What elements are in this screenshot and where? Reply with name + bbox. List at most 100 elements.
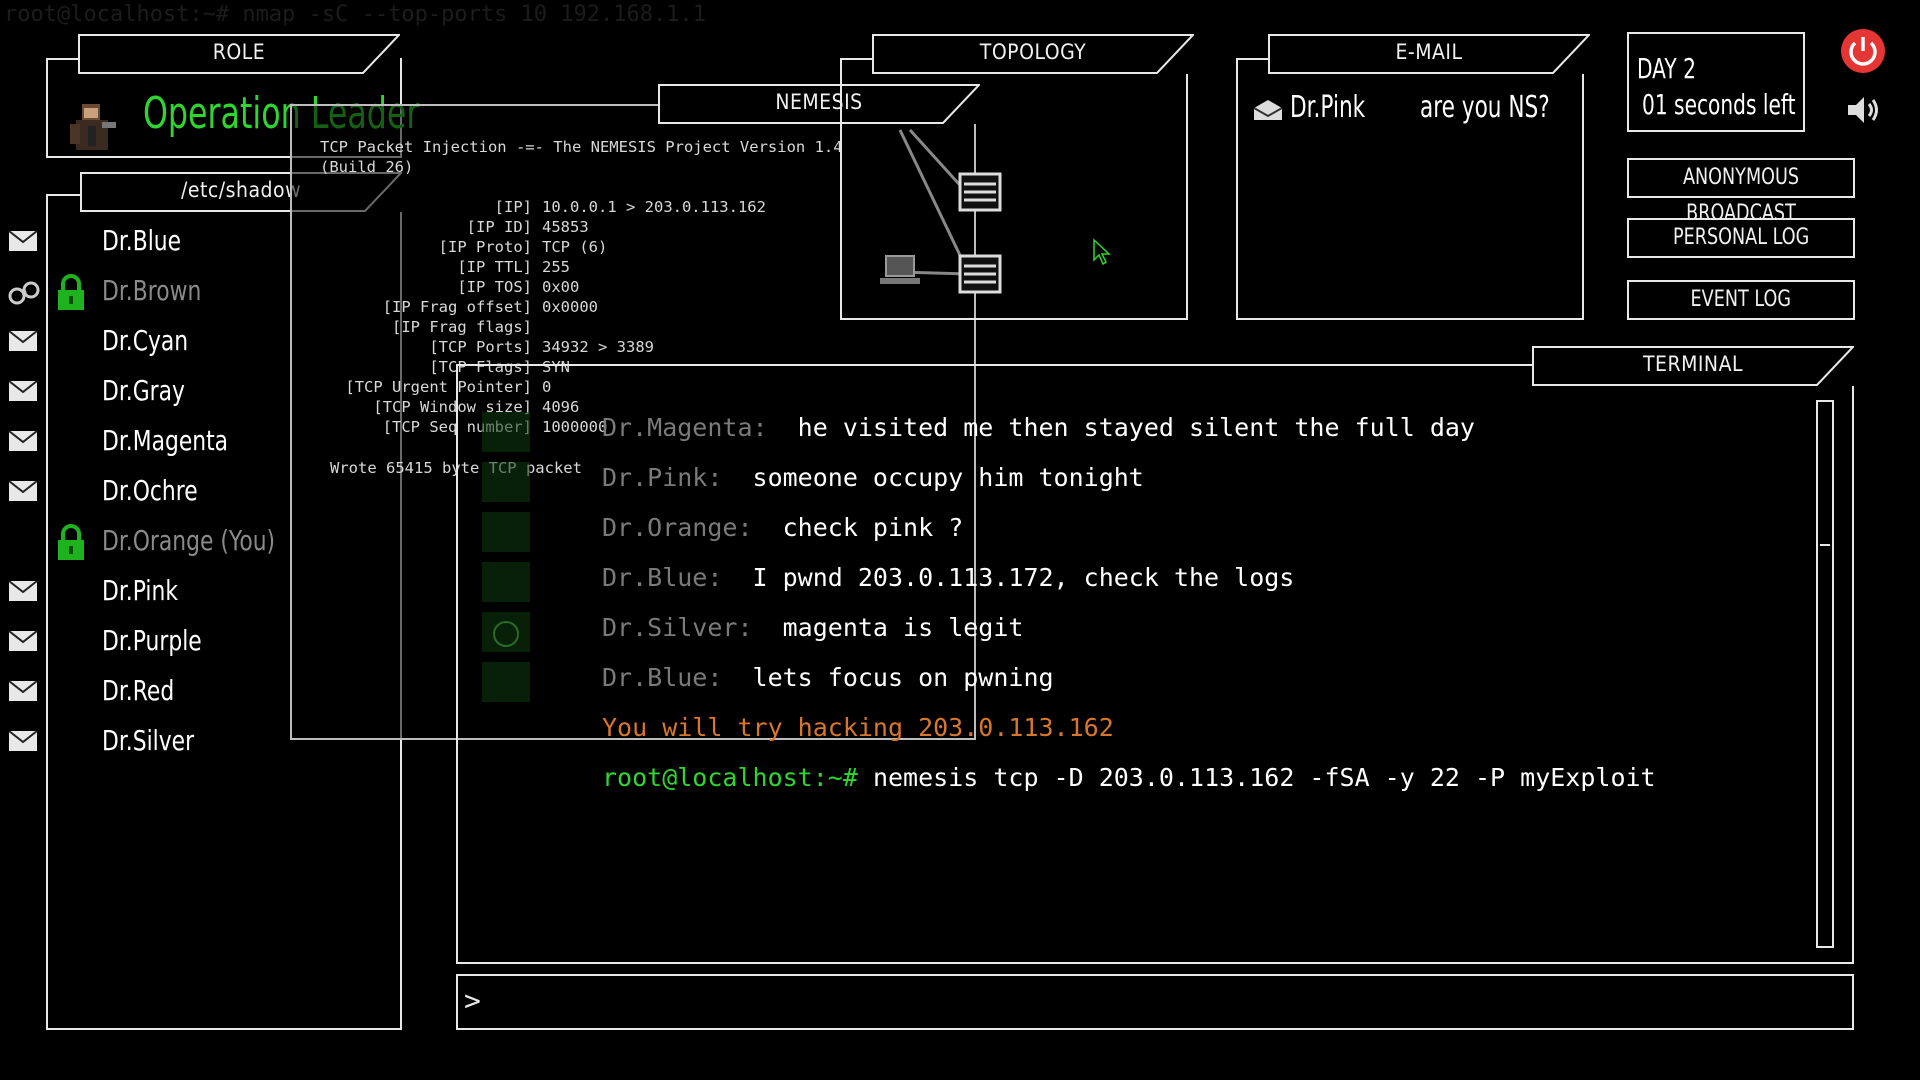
nemesis-field: [IP Proto] TCP (6) [320, 238, 840, 256]
email-subject: are you NS? [1420, 90, 1550, 125]
user-name: Dr.Silver [102, 724, 195, 757]
user-name: Dr.Orange (You) [102, 524, 276, 557]
lock-icon [56, 274, 86, 312]
mail-icon[interactable] [8, 680, 38, 702]
mail-icon[interactable] [8, 330, 38, 352]
user-name: Dr.Cyan [102, 324, 189, 357]
shadow-tab-label: /etc/shadow [180, 178, 302, 202]
server-icon [958, 172, 1002, 212]
chat-message: check pink ? [782, 513, 964, 542]
envelope-open-icon [1252, 98, 1284, 122]
anonymous-broadcast-button[interactable]: ANONYMOUS BROADCAST [1627, 158, 1855, 226]
mail-icon[interactable] [8, 730, 38, 752]
nemesis-field: [IP Frag flags] [320, 318, 840, 336]
mail-icon[interactable] [8, 580, 38, 602]
chat-message: magenta is legit [782, 613, 1024, 642]
ghost-command: root@localhost:~# nmap -sC --top-ports 1… [4, 2, 706, 27]
chat-message: someone occupy him tonight [752, 463, 1144, 492]
nemesis-field-key: [IP Proto] [438, 238, 532, 256]
role-tab-label: ROLE [212, 40, 266, 64]
chat-line: Dr.Pink: someone occupy him tonight [602, 463, 1144, 492]
email-sender: Dr.Pink [1290, 90, 1366, 125]
scrollbar-thumb[interactable] [1820, 404, 1830, 546]
chat-author: Dr.Orange: [602, 513, 783, 542]
mail-icon[interactable] [8, 230, 38, 252]
nemesis-field: [IP] 10.0.0.1 > 203.0.113.162 [320, 198, 840, 216]
nemesis-field-value: TCP (6) [542, 238, 608, 256]
nemesis-field-value: 255 [542, 258, 570, 276]
power-icon[interactable] [1840, 28, 1886, 74]
nemesis-field-key: [IP TOS] [457, 278, 532, 296]
chat-line: Dr.Orange: check pink ? [602, 513, 963, 542]
chat-line: Dr.Blue: lets focus on pwning [602, 663, 1054, 692]
mail-icon[interactable] [8, 630, 38, 652]
timer-label: 01 seconds left [1642, 88, 1796, 121]
user-name: Dr.Ochre [102, 474, 198, 507]
chat-line: Dr.Magenta: he visited me then stayed si… [602, 413, 1475, 442]
user-name: Dr.Purple [102, 624, 202, 657]
command-input[interactable] [494, 982, 1838, 1024]
chat-line: Dr.Silver: magenta is legit [602, 613, 1023, 642]
nemesis-build: (Build 26) [320, 158, 414, 176]
system-message: You will try hacking 203.0.113.162 [602, 713, 1114, 742]
laptop-icon [880, 254, 920, 290]
terminal-tab: TERMINAL [1532, 346, 1854, 386]
nemesis-field: [IP Frag offset] 0x0000 [320, 298, 840, 316]
mail-icon[interactable] [8, 430, 38, 452]
chat-author: Dr.Pink: [602, 463, 753, 492]
input-prompt: > [464, 984, 481, 1017]
nemesis-field-key: [IP Frag flags] [392, 318, 532, 336]
user-name: Dr.Blue [102, 224, 182, 257]
nemesis-field: [IP TOS] 0x00 [320, 278, 840, 296]
nemesis-field: [IP TTL] 255 [320, 258, 840, 276]
topology-tab-label: TOPOLOGY [979, 40, 1087, 64]
user-name: Dr.Brown [102, 274, 202, 307]
day-label: DAY 2 [1637, 52, 1696, 85]
nemesis-field: [TCP Ports] 34932 > 3389 [320, 338, 840, 356]
chat-message: I pwnd 203.0.113.172, check the logs [752, 563, 1295, 592]
user-name: Dr.Red [102, 674, 175, 707]
email-tab: E-MAIL [1268, 34, 1590, 74]
chat-message: he visited me then stayed silent the ful… [797, 413, 1475, 442]
nemesis-field-key: [IP ID] [466, 218, 532, 236]
nemesis-field-key: [IP TTL] [457, 258, 532, 276]
server-icon [958, 254, 1002, 294]
nemesis-field-value: 34932 > 3389 [542, 338, 654, 356]
personal-log-button[interactable]: PERSONAL LOG [1627, 218, 1855, 258]
topology-tab: TOPOLOGY [872, 34, 1194, 74]
user-name: Dr.Magenta [102, 424, 229, 457]
command-line: root@localhost:~# nemesis tcp -D 203.0.1… [602, 763, 1656, 792]
avatar [62, 96, 126, 156]
speaker-icon[interactable] [1846, 94, 1882, 126]
chat-message: lets focus on pwning [752, 663, 1054, 692]
terminal-tab-label: TERMINAL [1642, 352, 1744, 376]
nemesis-field-key: [IP Frag offset] [382, 298, 532, 316]
nemesis-field-value: 45853 [542, 218, 589, 236]
nemesis-field-key: [IP] [494, 198, 532, 216]
nemesis-header: TCP Packet Injection -=- The NEMESIS Pro… [320, 138, 843, 156]
role-tab: ROLE [78, 34, 400, 74]
chat-author: Dr.Magenta: [602, 413, 798, 442]
personal-log-label: PERSONAL LOG [1672, 225, 1810, 250]
user-name: Dr.Pink [102, 574, 178, 607]
chat-author: Dr.Blue: [602, 663, 753, 692]
event-log-label: EVENT LOG [1690, 287, 1792, 312]
nemesis-field-value: 0x00 [542, 278, 580, 296]
mail-icon[interactable] [8, 480, 38, 502]
terminal-scrollbar[interactable] [1816, 400, 1834, 948]
email-item[interactable]: Dr.Pink are you NS? [1252, 88, 1572, 128]
user-name: Dr.Gray [102, 374, 185, 407]
terminal-output: You will try hacking 203.0.113.162 root@… [0, 0, 1656, 792]
chat-line: Dr.Blue: I pwnd 203.0.113.172, check the… [602, 563, 1294, 592]
chat-author: Dr.Silver: [602, 613, 783, 642]
nemesis-field: [IP ID] 45853 [320, 218, 840, 236]
lock-icon [56, 524, 86, 562]
nemesis-field-value: 10.0.0.1 > 203.0.113.162 [542, 198, 766, 216]
nemesis-field-key: [TCP Ports] [429, 338, 532, 356]
email-tab-label: E-MAIL [1395, 40, 1463, 64]
cursor-icon [1092, 238, 1112, 266]
mail-icon[interactable] [8, 380, 38, 402]
handcuffs-icon [8, 280, 40, 305]
chat-author: Dr.Blue: [602, 563, 753, 592]
event-log-button[interactable]: EVENT LOG [1627, 280, 1855, 320]
